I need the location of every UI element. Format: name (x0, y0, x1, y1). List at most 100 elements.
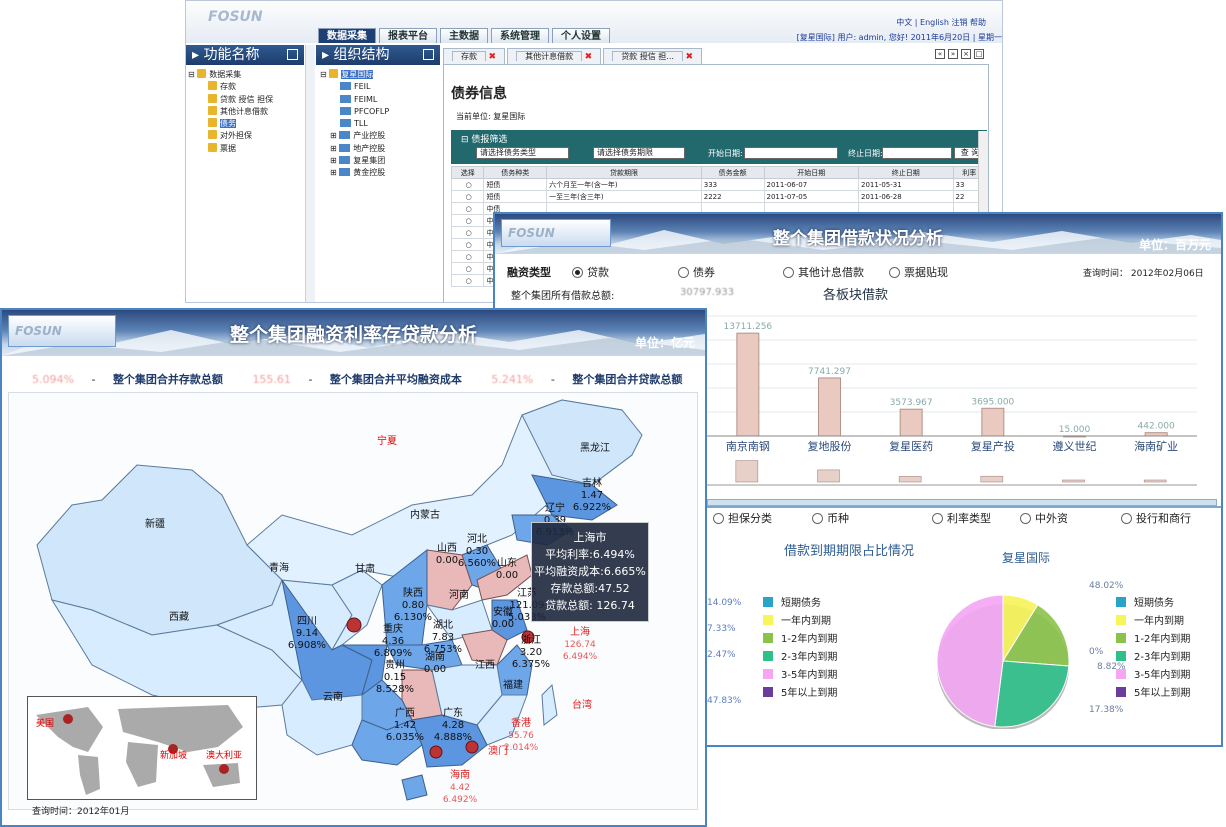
table-header[interactable]: 债务金额 (700, 166, 765, 179)
prev-icon[interactable]: « (935, 49, 945, 59)
menu-tab-master[interactable]: 主数据 (440, 28, 488, 43)
region-label[interactable]: 广西 1.42 6.035% (380, 708, 430, 744)
region-label[interactable]: 浙江 3.20 6.375% (506, 635, 556, 671)
tree-item[interactable]: TLL (320, 118, 389, 130)
radio-other-loan[interactable]: 其他计息借款 (783, 264, 864, 280)
city-label[interactable]: 澳门 (476, 746, 520, 758)
bar[interactable] (818, 377, 841, 437)
legend-item[interactable]: 一年内到期 (1116, 613, 1190, 631)
legend-item[interactable]: 1-2年内到期 (1116, 631, 1190, 649)
table-header[interactable]: 开始日期 (763, 166, 859, 179)
dimension-radio[interactable]: 利率类型 (932, 510, 991, 526)
tree-item[interactable]: PFCOFLP (320, 106, 389, 118)
end-date-input[interactable] (882, 147, 952, 159)
marker-icon[interactable] (63, 714, 73, 724)
start-date-input[interactable] (744, 147, 838, 159)
region-label[interactable]: 新疆 (130, 519, 180, 531)
legend-item[interactable]: 5年以上到期 (763, 685, 837, 703)
tree-item[interactable]: 债务 (188, 118, 273, 130)
tree-item[interactable]: ⊞ 黄金控股 (320, 167, 389, 179)
chart-scrollbar[interactable] (707, 499, 1217, 506)
dimension-radio[interactable]: 币种 (812, 510, 849, 526)
tree-item[interactable]: ⊞ 地产控股 (320, 143, 389, 155)
row-radio[interactable]: ○ (450, 250, 485, 263)
legend-item[interactable]: 短期债务 (1116, 595, 1190, 613)
tree-item[interactable]: 其他计息借款 (188, 105, 273, 118)
marker-icon[interactable] (429, 745, 443, 759)
region-label[interactable]: 广东 4.28 4.888% (428, 708, 478, 744)
table-header[interactable]: 贷款期限 (546, 166, 702, 179)
region-hainan[interactable] (401, 774, 428, 801)
tree-root[interactable]: ⊟ 数据采集 (188, 69, 273, 81)
table-header[interactable]: 债务种类 (483, 166, 548, 179)
bar[interactable] (736, 332, 760, 437)
next-icon[interactable]: » (948, 49, 958, 59)
row-radio[interactable]: ○ (450, 214, 485, 227)
pin-icon[interactable] (287, 49, 298, 60)
region-label[interactable]: 河南 (434, 590, 484, 602)
region-label[interactable]: 甘肃 (340, 564, 390, 576)
bar[interactable] (981, 407, 1005, 437)
row-radio[interactable]: ○ (450, 178, 485, 191)
row-radio[interactable]: ○ (450, 238, 485, 251)
tree-item[interactable]: FEIL (320, 81, 389, 93)
tree-item[interactable]: FEIML (320, 94, 389, 106)
radio-bill[interactable]: 票据贴现 (889, 264, 948, 280)
menu-tab-report[interactable]: 报表平台 (379, 28, 437, 43)
close-icon[interactable]: ✖ (685, 52, 693, 62)
region-label[interactable]: 陕西 0.80 6.130% (388, 588, 438, 624)
legend-item[interactable]: 5年以上到期 (1116, 685, 1190, 703)
region-taiwan[interactable] (541, 683, 558, 726)
close-icon[interactable]: ✖ (585, 52, 593, 62)
tree-item[interactable]: ⊞ 复星集团 (320, 155, 389, 167)
tree-root[interactable]: ⊟ 复星国际 (320, 69, 389, 81)
region-label[interactable]: 安徽 0.00 (478, 607, 528, 631)
row-radio[interactable]: ○ (450, 226, 485, 239)
legend-item[interactable]: 2-3年内到期 (763, 649, 837, 667)
region-label[interactable]: 湖北 7.83 6.753% (418, 620, 468, 656)
region-label[interactable]: 黑龙江 (570, 443, 620, 455)
radio-loan[interactable]: 贷款 (572, 264, 609, 280)
region-label[interactable]: 云南 (308, 692, 358, 704)
table-header[interactable]: 终止日期 (858, 166, 954, 179)
legend-item[interactable]: 3-5年内到期 (763, 667, 837, 685)
radio-bond[interactable]: 债券 (678, 264, 715, 280)
legend-item[interactable]: 2-3年内到期 (1116, 649, 1190, 667)
pie-slice[interactable] (936, 594, 1004, 728)
region-label[interactable]: 四川 9.14 6.908% (282, 616, 332, 652)
row-radio[interactable]: ○ (450, 202, 485, 215)
dimension-radio[interactable]: 中外资 (1020, 510, 1068, 526)
legend-item[interactable]: 3-5年内到期 (1116, 667, 1190, 685)
pin-icon[interactable] (423, 49, 434, 60)
pie-slice[interactable] (994, 660, 1070, 728)
region-label[interactable]: 宁夏 (362, 436, 412, 448)
marker-icon[interactable] (346, 617, 362, 633)
marker-icon[interactable] (219, 764, 229, 774)
doc-tab-loan[interactable]: 贷款 授信 担... ✖ (603, 48, 702, 64)
doc-tab-deposit[interactable]: 存款 ✖ (443, 48, 506, 64)
dimension-radio[interactable]: 投行和商行 (1121, 510, 1191, 526)
region-label[interactable]: 江西 (460, 660, 510, 672)
term-select[interactable]: 请选择债务期限 (593, 147, 685, 159)
region-label[interactable]: 西藏 (154, 612, 204, 624)
region-label[interactable]: 贵州 0.15 8.528% (370, 660, 420, 696)
row-radio[interactable]: ○ (450, 274, 485, 287)
bond-type-select[interactable]: 请选择债务类型 (476, 147, 569, 159)
region-label[interactable]: 山东 0.00 (482, 558, 532, 582)
close-icon[interactable]: × (961, 49, 971, 59)
splitter[interactable] (305, 45, 315, 302)
dimension-radio[interactable]: 担保分类 (713, 510, 772, 526)
menu-tab-data[interactable]: 数据采集 (318, 28, 376, 43)
table-row[interactable]: ○ 短债 六个月至一年(含一年) 333 2011-06-07 2011-05-31 33 (450, 178, 986, 191)
bar[interactable] (899, 408, 923, 437)
legend-item[interactable]: 一年内到期 (763, 613, 837, 631)
tree-item[interactable]: 存款 (188, 81, 273, 93)
row-radio[interactable]: ○ (450, 190, 485, 203)
tree-item[interactable]: 对外担保 (188, 130, 273, 142)
top-links[interactable]: 中文 | English 注销 帮助 (896, 17, 986, 28)
menu-tab-system[interactable]: 系统管理 (491, 28, 549, 43)
tree-item[interactable]: ⊞ 产业控股 (320, 130, 389, 142)
city-label[interactable]: 台湾 (560, 700, 604, 712)
legend-item[interactable]: 短期债务 (763, 595, 837, 613)
restore-icon[interactable]: □ (974, 49, 984, 59)
